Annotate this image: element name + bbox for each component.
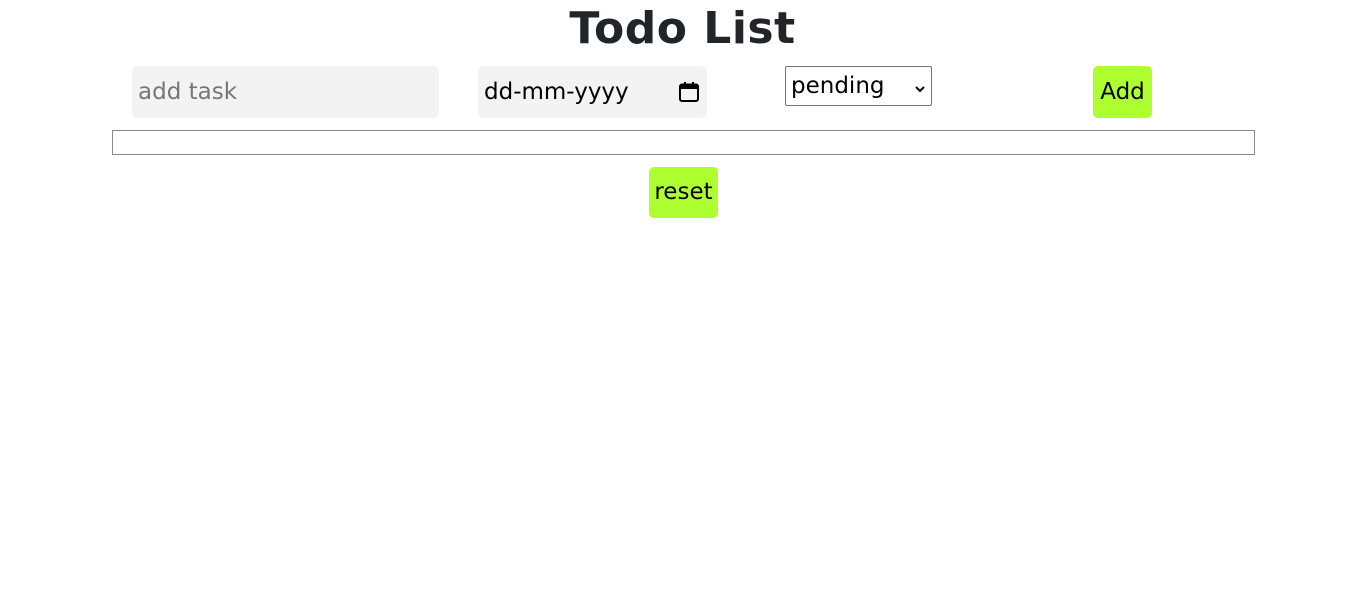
task-input[interactable] (132, 66, 439, 118)
date-input[interactable]: dd-mm-yyyy (478, 66, 707, 118)
add-button[interactable]: Add (1093, 66, 1152, 118)
status-select-value: pending (791, 73, 885, 99)
date-input-value: dd-mm-yyyy (484, 79, 629, 105)
calendar-icon[interactable] (677, 80, 701, 104)
chevron-down-icon (914, 80, 926, 93)
todo-list (112, 130, 1255, 155)
todo-app: Todo List dd-mm-yyyy pending Add reset (0, 0, 1365, 610)
page-title: Todo List (569, 3, 796, 54)
status-select[interactable]: pending (785, 66, 932, 106)
reset-button[interactable]: reset (649, 167, 718, 218)
